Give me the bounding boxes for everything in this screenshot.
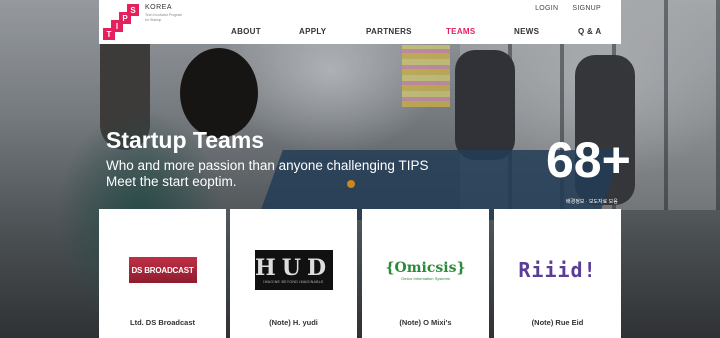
team-card[interactable]: {Omicsis} Omics Information Systems (Not… <box>362 209 489 338</box>
hero-title: Startup Teams <box>106 127 265 153</box>
hud-logo: HUD IMAGINE BEYOND IMAGINABLE <box>254 250 333 290</box>
team-card[interactable]: Riiid! (Note) Rue Eid <box>494 209 621 338</box>
login-link[interactable]: LOGIN <box>535 5 558 12</box>
site-header: S P I T KOREA Tech Incubator Program for… <box>99 0 621 44</box>
hero-subtitle-line2: Meet the start eoptim. <box>106 174 237 189</box>
nav-item-partners[interactable]: PARTNERS <box>366 27 412 36</box>
nav-item-qa[interactable]: Q & A <box>578 27 601 36</box>
team-cards: DS BROADCAST Ltd. DS Broadcast HUD IMAGI… <box>99 209 621 338</box>
nav-item-about[interactable]: ABOUT <box>231 27 261 36</box>
utility-nav: LOGIN SIGNUP <box>535 5 601 12</box>
signup-link[interactable]: SIGNUP <box>572 5 601 12</box>
omicsis-logo: {Omicsis} Omics Information Systems <box>386 260 466 281</box>
riiid-logo: Riiid! <box>518 258 597 282</box>
team-logo: {Omicsis} Omics Information Systems <box>362 245 489 295</box>
team-name: (Note) Rue Eid <box>531 318 584 327</box>
main-nav: ABOUT APPLY PARTNERS TEAMS NEWS Q & A <box>99 27 621 39</box>
omicsis-logo-tagline: Omics Information Systems <box>401 275 450 281</box>
omicsis-logo-text: {Omicsis} <box>385 259 466 276</box>
nav-item-news[interactable]: NEWS <box>514 27 539 36</box>
team-logo: Riiid! <box>494 245 621 295</box>
team-counter-caption: 배경정보 · 보도자료 모음 <box>566 199 618 205</box>
hud-logo-tagline: IMAGINE BEYOND IMAGINABLE <box>263 280 324 284</box>
hud-logo-text: HUD <box>254 255 333 281</box>
logo-korea-label: KOREA <box>145 4 173 11</box>
team-card[interactable]: HUD IMAGINE BEYOND IMAGINABLE (Note) H. … <box>230 209 357 338</box>
nav-item-teams[interactable]: TEAMS <box>446 27 476 36</box>
team-card[interactable]: DS BROADCAST Ltd. DS Broadcast <box>99 209 226 338</box>
ds-broadcast-logo: DS BROADCAST <box>128 257 197 283</box>
team-name: Ltd. DS Broadcast <box>129 318 195 327</box>
hero-subtitle-line1: Who and more passion than anyone challen… <box>106 158 429 173</box>
team-counter: 68+ <box>546 132 631 188</box>
team-logo: HUD IMAGINE BEYOND IMAGINABLE <box>230 245 357 295</box>
team-logo: DS BROADCAST <box>99 245 226 295</box>
hero-subtitle: Who and more passion than anyone challen… <box>106 158 428 190</box>
logo-tagline: Tech Incubator Program for Startup <box>145 13 183 22</box>
nav-item-apply[interactable]: APPLY <box>299 27 326 36</box>
team-name: (Note) O Mixi's <box>399 318 452 327</box>
team-name: (Note) H. yudi <box>269 318 318 327</box>
